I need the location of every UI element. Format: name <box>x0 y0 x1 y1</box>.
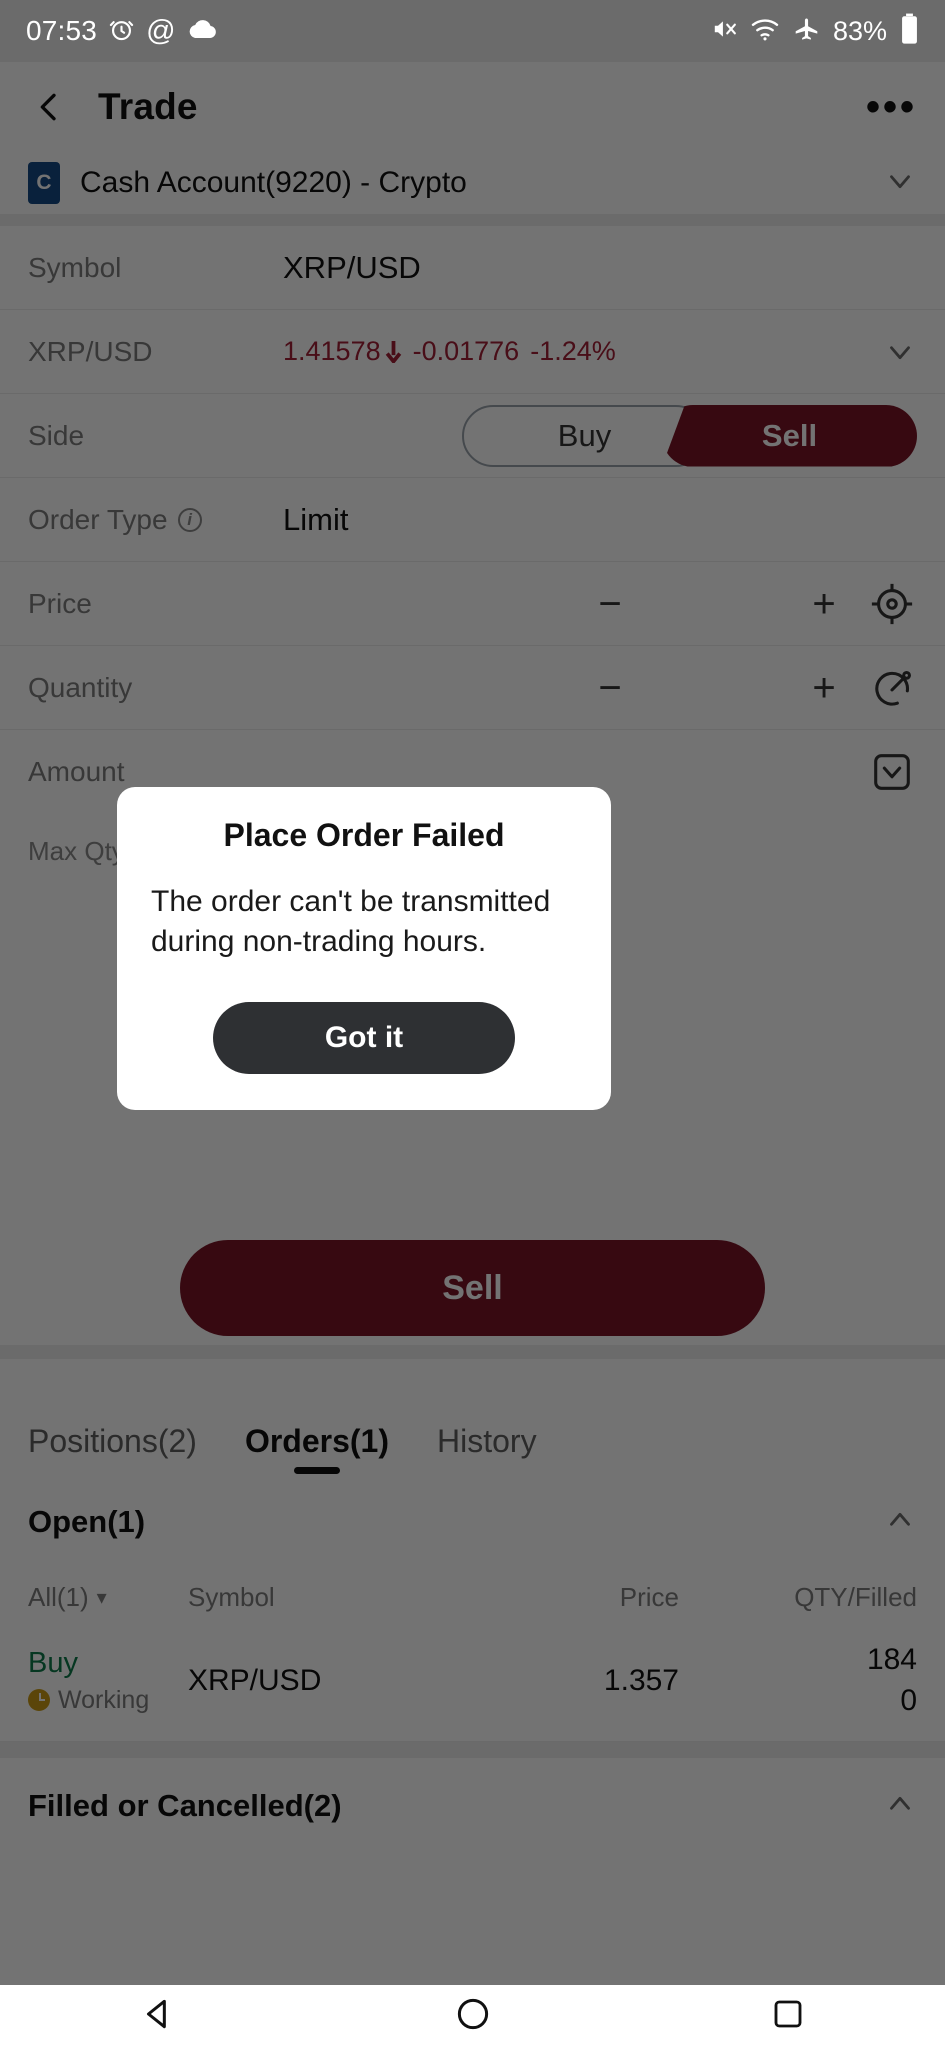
got-it-button[interactable]: Got it <box>213 1001 515 1074</box>
android-nav-bar <box>0 1985 945 2048</box>
dialog-actions: Got it <box>151 1001 577 1074</box>
airplane-mode-icon <box>793 16 820 47</box>
alarm-icon <box>108 16 135 47</box>
mute-icon <box>711 16 737 46</box>
nav-back-triangle-icon[interactable] <box>139 1995 177 2038</box>
nav-recents-square-icon[interactable] <box>770 1996 806 2037</box>
battery-icon <box>900 13 919 49</box>
at-sign-icon: @ <box>146 14 176 47</box>
battery-percent: 83% <box>832 15 887 46</box>
status-bar-right: 83% <box>711 13 919 49</box>
dialog-message: The order can't be transmitted during no… <box>151 885 551 958</box>
status-bar-left: 07:53 @ <box>26 15 217 47</box>
place-order-failed-dialog: Place Order Failed The order can't be tr… <box>117 787 611 1110</box>
wifi-icon <box>750 17 780 45</box>
dialog-title: Place Order Failed <box>223 817 505 853</box>
status-bar: 07:53 @ 83% <box>0 0 945 62</box>
status-time: 07:53 <box>26 15 98 46</box>
nav-home-circle-icon[interactable] <box>454 1995 492 2038</box>
cloud-icon <box>187 18 217 44</box>
